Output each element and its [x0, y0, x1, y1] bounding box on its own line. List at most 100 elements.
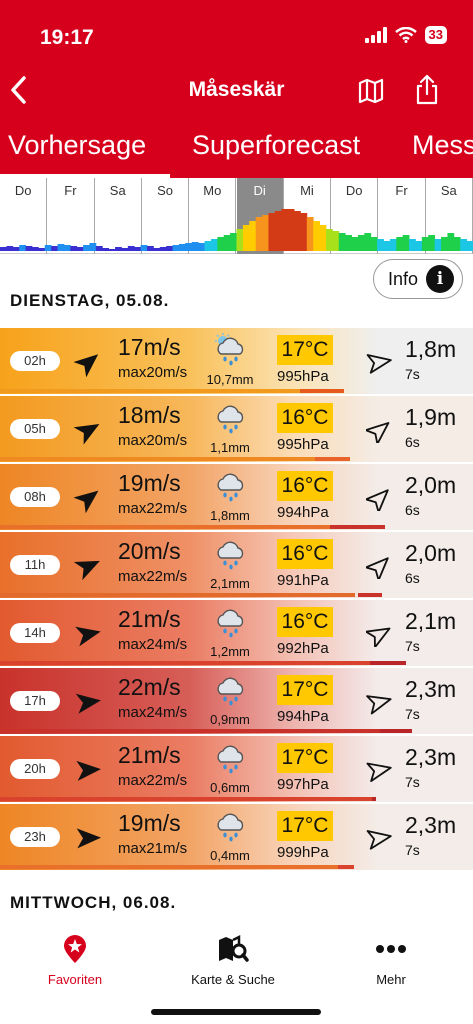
forecast-hour: 14h: [10, 623, 60, 643]
forecast-row[interactable]: 20h 21m/s max22m/s 0,6mm 17°C 997hPa 2,3m 7s: [0, 736, 473, 802]
status-icons: 33: [364, 26, 447, 44]
wave-height: 2,0m: [405, 540, 457, 566]
forecast-row[interactable]: 11h 20m/s max22m/s 2,1mm 16°C 991hPa 2,0m 6s: [0, 532, 473, 598]
info-button-label: Info: [388, 268, 419, 289]
tabbar-label: Karte & Suche: [191, 972, 275, 987]
wind-strength-bar: [0, 729, 380, 733]
wifi-icon: [394, 27, 417, 43]
wind-direction-arrow-icon: [76, 760, 101, 781]
wind-direction: [73, 347, 104, 378]
wind-speed: 22m/s: [118, 674, 181, 700]
wave-direction-arrow-icon: [364, 557, 389, 582]
wind-direction: [73, 551, 104, 581]
tabbar-mehr[interactable]: Mehr: [321, 932, 461, 987]
wave-direction: [364, 553, 394, 582]
gust-strength-bar: [338, 865, 354, 869]
wind-direction-arrow-icon: [73, 490, 99, 514]
wave-direction: [364, 417, 394, 445]
wind-strength-bar: [0, 661, 370, 665]
air-pressure: 995hPa: [277, 368, 329, 385]
cellular-signal-icon: [364, 27, 387, 43]
wind-strength-bar: [0, 865, 338, 869]
temperature-badge: 16°C: [277, 607, 333, 637]
wind-speed: 21m/s: [118, 742, 181, 768]
wave-direction: [366, 757, 394, 783]
day-overview-strip[interactable]: Do Fr Sa So Mo Di Mi Do Fr Sa: [0, 178, 473, 254]
wave-period: 7s: [405, 842, 420, 858]
header: 19:17 33 Måseskär Vorhersage Superforeca…: [0, 0, 473, 178]
more-dots-icon: [376, 945, 406, 953]
wind-speed: 19m/s: [118, 470, 181, 496]
wind-gust: max24m/s: [118, 704, 188, 721]
gust-strength-bar: [315, 457, 350, 461]
wind-strength-bar: [0, 389, 300, 393]
forecast-row[interactable]: 14h 21m/s max24m/s 1,2mm 16°C 992hPa 2,1m 7s: [0, 600, 473, 666]
wave-period: 6s: [405, 502, 420, 518]
info-button[interactable]: Info i: [373, 259, 463, 299]
weather: [212, 740, 248, 776]
wind-direction: [74, 823, 104, 853]
wave-direction: [365, 621, 394, 649]
forecast-row[interactable]: 02h 17m/s max20m/s 10,7mm 17°C 995hPa 1,8m 7s: [0, 328, 473, 394]
tab-superforecast[interactable]: Superforecast: [192, 130, 360, 161]
wind-direction: [74, 755, 104, 785]
wave-period: 7s: [405, 638, 420, 654]
wind-strength-bar: [0, 525, 330, 529]
temperature-badge: 17°C: [277, 743, 333, 773]
wave-direction-arrow-icon: [365, 627, 391, 649]
gust-strength-bar: [330, 525, 385, 529]
forecast-hour: 11h: [10, 555, 60, 575]
tab-vorhersage[interactable]: Vorhersage: [8, 130, 146, 161]
share-icon[interactable]: [412, 74, 442, 106]
wave-period: 6s: [405, 434, 420, 450]
wind-speed: 17m/s: [118, 334, 181, 360]
map-icon[interactable]: [356, 76, 386, 106]
tab-messwerte[interactable]: Mess: [412, 130, 473, 161]
temperature-badge: 16°C: [277, 539, 333, 569]
air-pressure: 995hPa: [277, 436, 329, 453]
forecast-tabs: Vorhersage Superforecast Mess: [0, 128, 473, 178]
tabbar-karte-suche[interactable]: Karte & Suche: [163, 932, 303, 987]
air-pressure: 991hPa: [277, 572, 329, 589]
wind-strength-bar: [0, 593, 355, 597]
battery-indicator: 33: [424, 26, 447, 44]
tabbar-favoriten[interactable]: Favoriten: [5, 932, 145, 987]
wind-gust: max22m/s: [118, 568, 188, 585]
wind-direction-arrow-icon: [76, 828, 101, 849]
forecast-hour: 08h: [10, 487, 60, 507]
precipitation: 1,1mm: [210, 440, 250, 455]
forecast-row[interactable]: 08h 19m/s max22m/s 1,8mm 16°C 994hPa 2,0m 6s: [0, 464, 473, 530]
gust-strength-bar: [300, 389, 344, 393]
forecast-row[interactable]: 05h 18m/s max20m/s 1,1mm 16°C 995hPa 1,9m 6s: [0, 396, 473, 462]
air-pressure: 994hPa: [277, 708, 329, 725]
weather: [212, 672, 248, 708]
wind-gust: max22m/s: [118, 772, 188, 789]
wind-strength-bar: [0, 457, 315, 461]
gust-strength-bar: [372, 797, 376, 801]
forecast-hour: 23h: [10, 827, 60, 847]
wave-period: 7s: [405, 706, 420, 722]
wave-direction-arrow-icon: [366, 830, 392, 850]
wave-period: 6s: [405, 570, 420, 586]
wind-speed: 20m/s: [118, 538, 181, 564]
cloud-rain-icon: [217, 813, 244, 842]
wind-direction: [73, 415, 104, 445]
wave-height: 2,1m: [405, 608, 457, 634]
wave-direction-arrow-icon: [364, 489, 389, 514]
temperature-badge: 17°C: [277, 335, 333, 365]
wave-height: 1,9m: [405, 404, 457, 430]
precipitation: 0,9mm: [210, 712, 250, 727]
wind-direction-arrow-icon: [75, 693, 101, 714]
wind-gust: max20m/s: [118, 364, 188, 381]
weather: [212, 400, 248, 436]
forecast-row[interactable]: 17h 22m/s max24m/s 0,9mm 17°C 994hPa 2,3m 7s: [0, 668, 473, 734]
wind-gust: max22m/s: [118, 500, 188, 517]
wave-height: 2,0m: [405, 472, 457, 498]
wave-direction: [366, 349, 394, 375]
precipitation: 2,1mm: [210, 576, 250, 591]
wave-period: 7s: [405, 366, 420, 382]
wave-height: 2,3m: [405, 812, 457, 838]
cloud-rain-icon: [217, 473, 244, 502]
forecast-row[interactable]: 23h 19m/s max21m/s 0,4mm 17°C 999hPa 2,3m 7s: [0, 804, 473, 870]
wind-direction: [73, 483, 104, 514]
